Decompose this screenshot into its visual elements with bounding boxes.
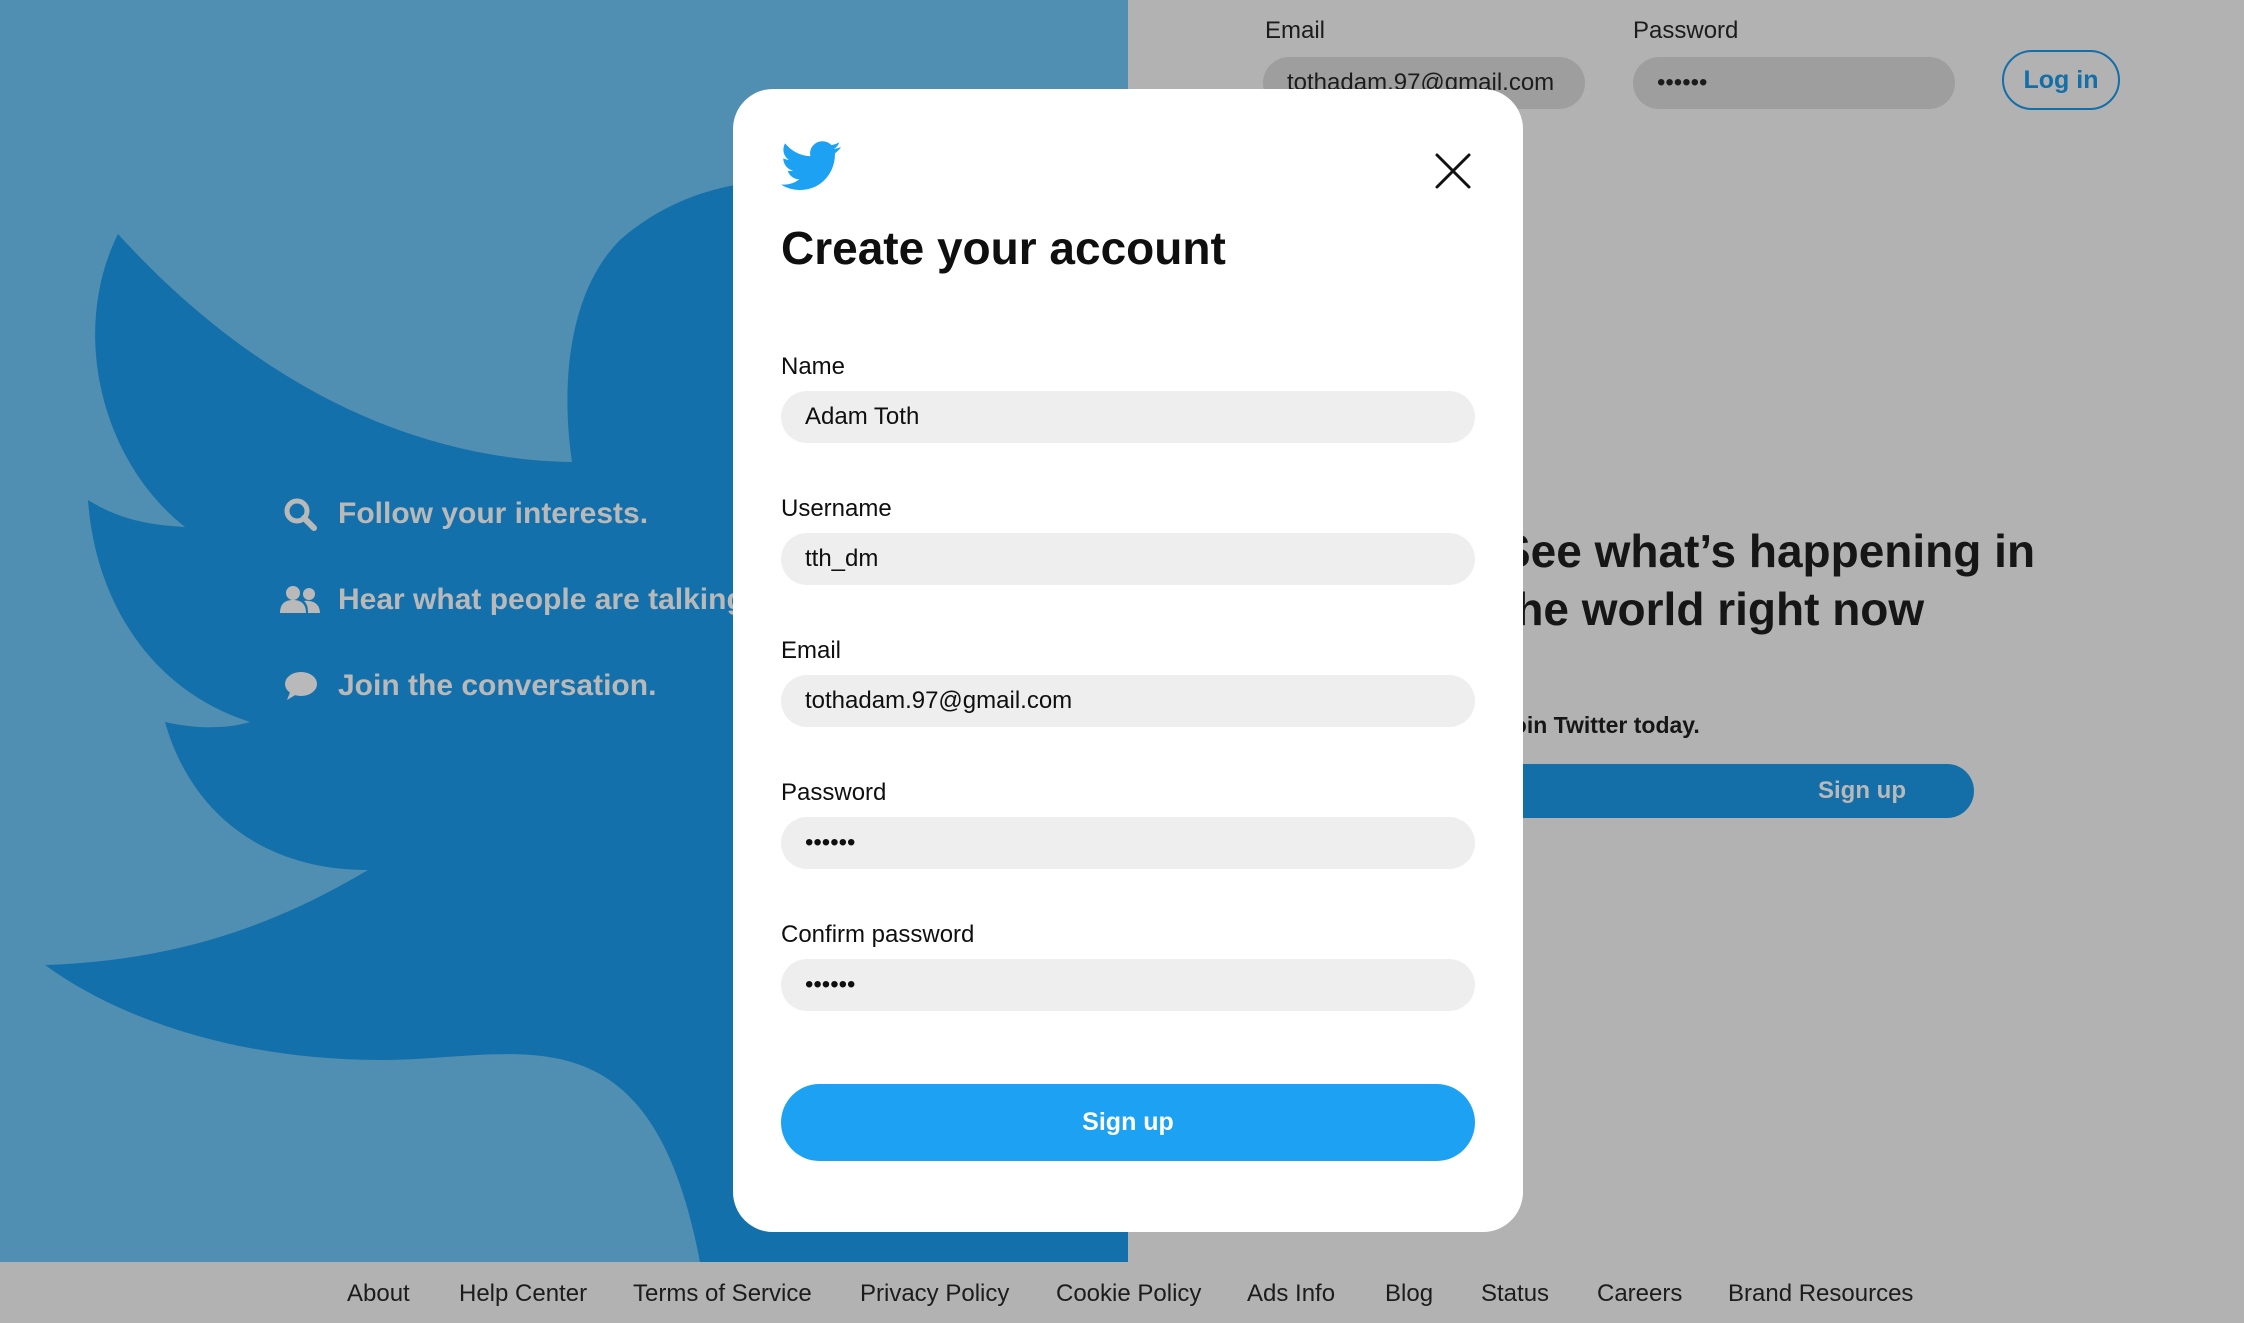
background-signup-button[interactable]: Sign up [1470,764,1974,818]
footer: About Help Center Terms of Service Priva… [0,1262,2244,1323]
chat-bubble-icon [280,666,320,706]
feature-follow-interests: Follow your interests. [280,494,648,534]
top-email-label: Email [1265,17,1326,44]
create-account-modal: Create your account Name Username Email … [733,89,1523,1232]
top-password-label: Password [1633,17,1739,44]
password-label: Password [781,779,887,806]
hero-subtext: Join Twitter today. [1500,712,1700,738]
footer-link-cookie[interactable]: Cookie Policy [1056,1280,1201,1308]
feature-label: Join the conversation. [338,669,657,702]
modal-title: Create your account [781,222,1226,274]
twitter-logo-icon [781,141,841,190]
login-button[interactable]: Log in [2002,50,2120,110]
name-input[interactable] [781,391,1475,443]
top-password-input[interactable]: •••••• [1633,57,1955,109]
signup-submit-button[interactable]: Sign up [781,1084,1475,1161]
username-label: Username [781,495,892,522]
close-icon[interactable] [1433,151,1473,191]
hero-headline-line2: the world right now [1500,583,1925,635]
confirm-password-input[interactable] [781,959,1475,1011]
feature-join-conversation: Join the conversation. [280,666,656,706]
footer-link-help-center[interactable]: Help Center [459,1280,587,1308]
feature-label: Follow your interests. [338,497,649,530]
password-input[interactable] [781,817,1475,869]
email-label: Email [781,637,842,664]
footer-link-brand-resources[interactable]: Brand Resources [1728,1280,1913,1308]
search-icon [280,494,320,534]
username-input[interactable] [781,533,1475,585]
footer-link-about[interactable]: About [347,1280,410,1308]
footer-link-ads-info[interactable]: Ads Info [1247,1280,1335,1308]
footer-link-privacy[interactable]: Privacy Policy [860,1280,1009,1308]
footer-link-terms[interactable]: Terms of Service [633,1280,812,1308]
hero-headline: See what’s happening in the world right … [1500,522,2035,638]
footer-link-careers[interactable]: Careers [1597,1280,1682,1308]
email-input[interactable] [781,675,1475,727]
footer-link-blog[interactable]: Blog [1385,1280,1433,1308]
people-icon [280,580,320,620]
confirm-password-label: Confirm password [781,921,975,948]
name-label: Name [781,353,846,380]
footer-link-status[interactable]: Status [1481,1280,1549,1308]
hero-headline-line1: See what’s happening in [1500,525,2036,577]
